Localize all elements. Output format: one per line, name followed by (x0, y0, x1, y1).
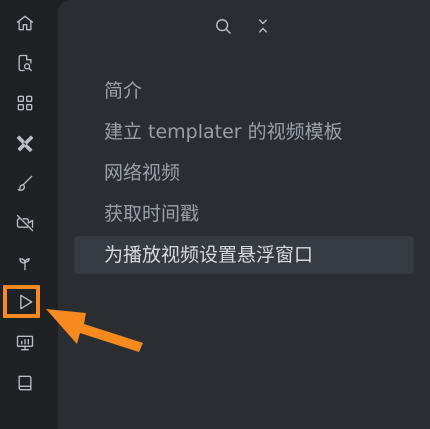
presentation-icon[interactable] (12, 330, 38, 356)
play-highlight-box (3, 285, 40, 318)
home-icon[interactable] (12, 10, 38, 36)
panel-toolbar (58, 12, 430, 40)
video-off-icon[interactable] (12, 210, 38, 236)
outline-list: 简介 建立 templater 的视频模板 网络视频 获取时间戳 为播放视频设置… (74, 72, 414, 277)
app-window: 简介 建立 templater 的视频模板 网络视频 获取时间戳 为播放视频设置… (0, 0, 430, 429)
outline-item-web-video[interactable]: 网络视频 (74, 154, 414, 192)
outline-panel: 简介 建立 templater 的视频模板 网络视频 获取时间戳 为播放视频设置… (58, 0, 430, 429)
outline-item-template[interactable]: 建立 templater 的视频模板 (74, 113, 414, 151)
tools-icon[interactable] (12, 130, 38, 156)
outline-item-floating-window[interactable]: 为播放视频设置悬浮窗口 (74, 236, 414, 274)
sprout-icon[interactable] (12, 250, 38, 276)
book-icon[interactable] (12, 370, 38, 396)
brush-icon[interactable] (12, 170, 38, 196)
search-icon[interactable] (209, 12, 237, 40)
outline-item-intro[interactable]: 简介 (74, 72, 414, 110)
file-search-icon[interactable] (12, 50, 38, 76)
outline-item-timestamp[interactable]: 获取时间戳 (74, 195, 414, 233)
collapse-icon[interactable] (249, 12, 277, 40)
grid-icon[interactable] (12, 90, 38, 116)
left-ribbon (0, 0, 50, 429)
